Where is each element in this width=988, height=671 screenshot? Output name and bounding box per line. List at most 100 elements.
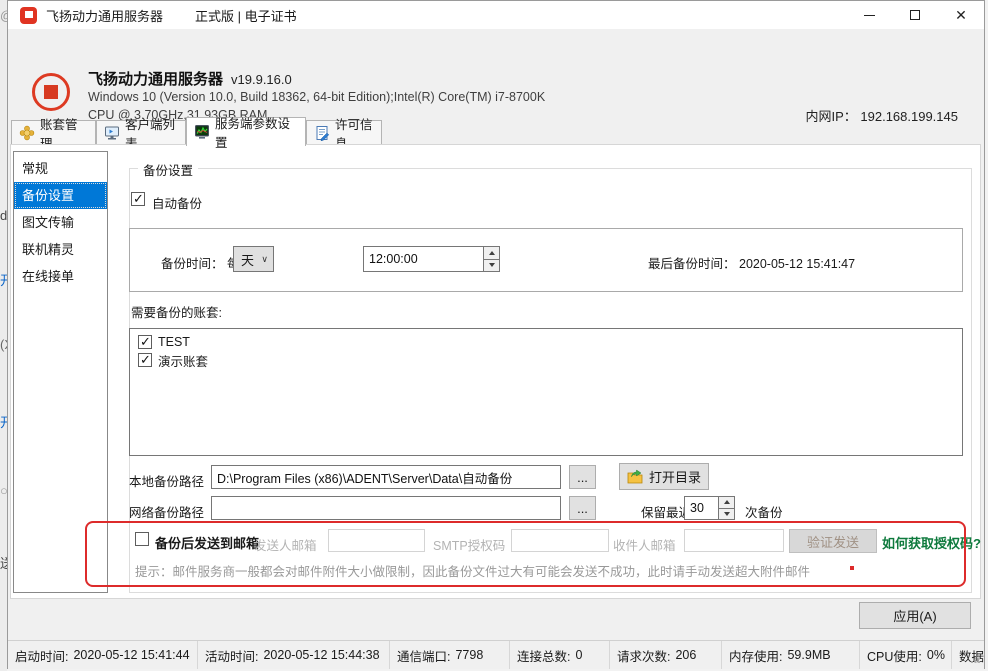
tab-license-info[interactable]: 许可信息: [306, 120, 382, 145]
titlebar[interactable]: 飞扬动力通用服务器 正式版 | 电子证书 ✕: [8, 1, 984, 29]
tab-label: 服务端参数设置: [215, 113, 298, 151]
background-window-edge: @ d 开 (X 开 ○ 送: [0, 0, 7, 671]
sidebar-item-image-transfer[interactable]: 图文传输: [14, 209, 107, 236]
open-directory-button[interactable]: 打开目录: [619, 463, 709, 490]
background-fragment: @: [0, 8, 7, 23]
status-port: 通信端口:7798: [390, 641, 510, 669]
open-directory-label: 打开目录: [649, 467, 701, 486]
keep-count-spinner: [718, 496, 735, 520]
settings-category-list: 常规 备份设置 图文传输 联机精灵 在线接单: [13, 151, 108, 593]
account-item[interactable]: TEST: [138, 333, 962, 351]
statusbar: 启动时间:2020-05-12 15:41:44 活动时间:2020-05-12…: [8, 640, 984, 669]
window-title: 飞扬动力通用服务器: [46, 6, 163, 25]
annotation-dot: [850, 566, 854, 570]
last-backup-time: 最后备份时间： 2020-05-12 15:41:47: [648, 253, 855, 272]
lan-ip-value: 192.168.199.145: [860, 109, 958, 124]
auto-backup-label: 自动备份: [152, 193, 202, 212]
sidebar-item-online-orders[interactable]: 在线接单: [14, 263, 107, 290]
spin-down-button[interactable]: [483, 260, 500, 273]
background-fragment: 开: [0, 412, 7, 431]
sidebar-item-general[interactable]: 常规: [14, 155, 107, 182]
send-email-label: 备份后发送到邮箱: [155, 533, 259, 552]
time-spinner: [483, 246, 500, 272]
status-memory: 内存使用:59.9MB: [722, 641, 860, 669]
status-requests: 请求次数:206: [610, 641, 722, 669]
spin-down-button[interactable]: [718, 509, 735, 521]
keep-suffix-label: 次备份: [745, 502, 783, 521]
status-start-time: 启动时间:2020-05-12 15:41:44: [8, 641, 198, 669]
local-path-browse-button[interactable]: ...: [569, 465, 596, 489]
receiver-email-label: 收件人邮箱: [613, 535, 676, 554]
receiver-email-input[interactable]: [684, 529, 784, 552]
arrow-up-icon: [724, 500, 730, 504]
local-path-label: 本地备份路径: [129, 471, 204, 490]
app-version: v19.9.16.0: [231, 72, 292, 87]
account-checkbox[interactable]: [138, 353, 152, 367]
status-active-time: 活动时间:2020-05-12 15:44:38: [198, 641, 390, 669]
arrow-down-icon: [489, 263, 495, 267]
network-path-browse-button[interactable]: ...: [569, 496, 596, 520]
sender-email-input[interactable]: [328, 529, 425, 552]
tab-account-management[interactable]: 账套管理: [11, 120, 96, 145]
sidebar-item-backup[interactable]: 备份设置: [14, 182, 107, 209]
background-fragment: (X: [0, 337, 7, 352]
license-info-icon: [314, 125, 330, 141]
spin-up-button[interactable]: [718, 496, 735, 509]
backup-time-input[interactable]: [363, 246, 484, 272]
lan-ip: 内网IP： 192.168.199.145: [805, 106, 958, 125]
brand-logo-icon: [32, 73, 70, 111]
account-checkbox[interactable]: [138, 335, 152, 349]
minimize-button[interactable]: [846, 1, 892, 29]
background-fragment: 送: [0, 553, 7, 572]
network-path-label: 网络备份路径: [129, 502, 204, 521]
arrow-down-icon: [724, 512, 730, 516]
smtp-code-label: SMTP授权码: [433, 535, 505, 554]
interval-dropdown[interactable]: 天: [233, 246, 274, 272]
apply-button[interactable]: 应用(A): [859, 602, 971, 629]
tab-client-list[interactable]: 客户端列表: [96, 120, 186, 145]
account-management-icon: [19, 125, 35, 141]
sidebar-item-online-wizard[interactable]: 联机精灵: [14, 236, 107, 263]
status-connections: 连接总数:0: [510, 641, 610, 669]
edition-label: 正式版 | 电子证书: [195, 6, 297, 25]
auto-backup-checkbox[interactable]: [131, 192, 145, 206]
background-fragment: 开: [0, 270, 7, 289]
app-name: 飞扬动力通用服务器: [88, 71, 223, 88]
chevron-down-icon: [261, 254, 268, 265]
minimize-icon: [864, 15, 875, 16]
interval-value: 天: [241, 250, 254, 269]
app-window: 飞扬动力通用服务器 正式版 | 电子证书 ✕ 飞扬动力通用服务器 v19.9.16…: [7, 0, 985, 669]
server-settings-icon: [194, 124, 210, 140]
local-path-input[interactable]: [211, 465, 561, 489]
maximize-button[interactable]: [892, 1, 938, 29]
how-to-get-auth-code-link[interactable]: 如何获取授权码?: [882, 533, 981, 552]
open-folder-icon: [627, 469, 643, 484]
app-logo-icon: [20, 7, 37, 24]
keep-count-input[interactable]: [684, 496, 719, 520]
header: 飞扬动力通用服务器 v19.9.16.0 Windows 10 (Version …: [8, 29, 984, 113]
header-title: 飞扬动力通用服务器 v19.9.16.0: [88, 68, 292, 89]
verify-send-button[interactable]: 验证发送: [789, 529, 877, 553]
os-info: Windows 10 (Version 10.0, Build 18362, 6…: [88, 90, 545, 104]
resize-grip[interactable]: [971, 654, 981, 664]
close-icon: ✕: [955, 8, 967, 22]
client-list-icon: [104, 125, 120, 141]
account-label: 演示账套: [158, 351, 208, 370]
sender-email-label: 发送人邮箱: [254, 535, 317, 554]
background-fragment: d: [0, 208, 7, 223]
backup-time-label: 备份时间： 每: [161, 253, 240, 272]
accounts-listbox: TEST 演示账套: [129, 328, 963, 456]
tab-server-settings[interactable]: 服务端参数设置: [186, 117, 306, 146]
smtp-code-input[interactable]: [511, 529, 609, 552]
arrow-up-icon: [489, 251, 495, 255]
accounts-label: 需要备份的账套:: [131, 302, 222, 321]
group-title: 备份设置: [138, 160, 198, 179]
close-button[interactable]: ✕: [938, 1, 984, 29]
account-label: TEST: [158, 335, 190, 349]
send-email-checkbox[interactable]: [135, 532, 149, 546]
network-path-input[interactable]: [211, 496, 561, 520]
account-item[interactable]: 演示账套: [138, 351, 962, 369]
status-cpu: CPU使用:0%: [860, 641, 952, 669]
spin-up-button[interactable]: [483, 246, 500, 260]
background-fragment: ○: [0, 483, 7, 498]
